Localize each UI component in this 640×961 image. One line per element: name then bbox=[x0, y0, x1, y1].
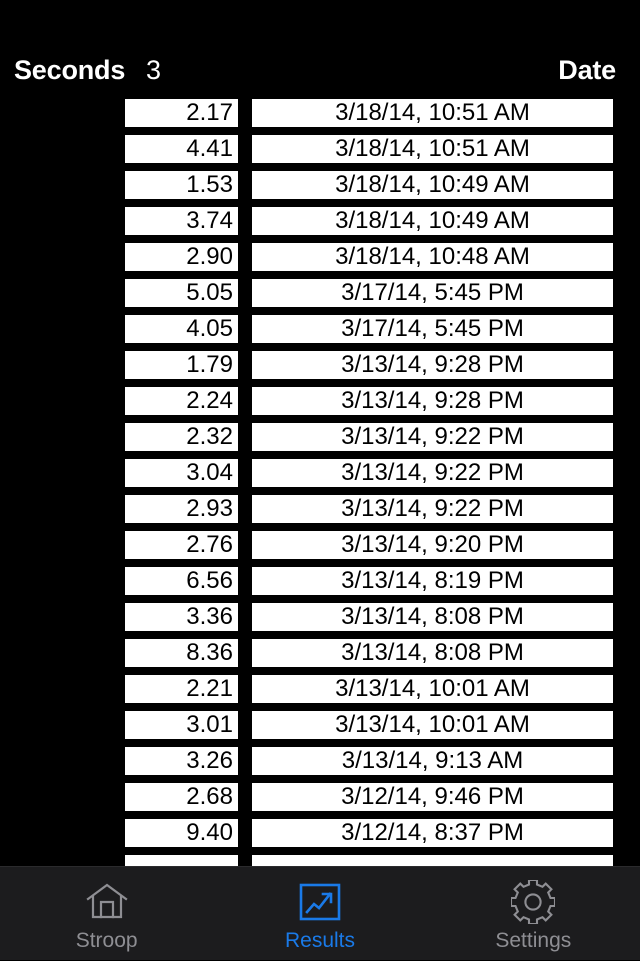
tab-results-label: Results bbox=[284, 929, 355, 952]
cell-seconds: 2.21 bbox=[125, 675, 238, 703]
cell-date: 3/18/14, 10:51 AM bbox=[252, 99, 613, 127]
tab-bar: Stroop Results Settings bbox=[0, 866, 640, 960]
table-row[interactable]: 1.53 3/18/14, 10:49 AM bbox=[0, 171, 640, 199]
cell-seconds: 6.56 bbox=[125, 567, 238, 595]
table-row[interactable]: 2.21 3/13/14, 10:01 AM bbox=[0, 675, 640, 703]
cell-date: 3/18/14, 10:51 AM bbox=[252, 135, 613, 163]
table-row[interactable]: 8.36 3/13/14, 8:08 PM bbox=[0, 639, 640, 667]
cell-date: 3/18/14, 10:49 AM bbox=[252, 171, 613, 199]
table-row[interactable]: 1.79 3/13/14, 9:28 PM bbox=[0, 351, 640, 379]
cell-date: 3/17/14, 5:45 PM bbox=[252, 315, 613, 343]
cell-seconds: 3.36 bbox=[125, 603, 238, 631]
tab-stroop-label: Stroop bbox=[75, 929, 138, 952]
table-row[interactable]: 3.36 3/13/14, 8:08 PM bbox=[0, 603, 640, 631]
cell-date: 3/13/14, 9:20 PM bbox=[252, 531, 613, 559]
cell-date bbox=[252, 855, 613, 866]
cell-seconds: 1.79 bbox=[125, 351, 238, 379]
cell-date: 3/13/14, 9:22 PM bbox=[252, 495, 613, 523]
table-row[interactable]: 6.56 3/13/14, 8:19 PM bbox=[0, 567, 640, 595]
cell-date: 3/13/14, 8:08 PM bbox=[252, 603, 613, 631]
results-header: Seconds 3 Date bbox=[0, 0, 640, 99]
table-row[interactable]: 2.17 3/18/14, 10:51 AM bbox=[0, 99, 640, 127]
cell-seconds: 9.40 bbox=[125, 819, 238, 847]
cell-seconds: 2.24 bbox=[125, 387, 238, 415]
table-row[interactable]: 4.41 3/18/14, 10:51 AM bbox=[0, 135, 640, 163]
cell-seconds: 1.53 bbox=[125, 171, 238, 199]
table-row[interactable]: 9.40 3/12/14, 8:37 PM bbox=[0, 819, 640, 847]
cell-seconds bbox=[125, 855, 238, 866]
cell-seconds: 3.04 bbox=[125, 459, 238, 487]
tab-settings-label: Settings bbox=[495, 929, 572, 952]
tab-results[interactable]: Results bbox=[213, 867, 426, 961]
cell-date: 3/13/14, 8:19 PM bbox=[252, 567, 613, 595]
table-row[interactable]: 2.24 3/13/14, 9:28 PM bbox=[0, 387, 640, 415]
cell-seconds: 3.26 bbox=[125, 747, 238, 775]
chart-line-icon bbox=[295, 877, 345, 927]
table-row[interactable]: 2.68 3/12/14, 9:46 PM bbox=[0, 783, 640, 811]
cell-date: 3/13/14, 10:01 AM bbox=[252, 675, 613, 703]
table-row[interactable]: 3.04 3/13/14, 9:22 PM bbox=[0, 459, 640, 487]
cell-seconds: 4.41 bbox=[125, 135, 238, 163]
cell-seconds: 3.01 bbox=[125, 711, 238, 739]
tab-settings[interactable]: Settings bbox=[427, 867, 640, 961]
cell-seconds: 2.90 bbox=[125, 243, 238, 271]
table-row[interactable]: 2.90 3/18/14, 10:48 AM bbox=[0, 243, 640, 271]
cell-date: 3/12/14, 9:46 PM bbox=[252, 783, 613, 811]
table-row[interactable]: 2.76 3/13/14, 9:20 PM bbox=[0, 531, 640, 559]
cell-date: 3/18/14, 10:49 AM bbox=[252, 207, 613, 235]
cell-seconds: 4.05 bbox=[125, 315, 238, 343]
tab-stroop[interactable]: Stroop bbox=[0, 867, 213, 961]
cell-date: 3/13/14, 9:28 PM bbox=[252, 387, 613, 415]
cell-seconds: 2.68 bbox=[125, 783, 238, 811]
cell-date: 3/13/14, 9:13 AM bbox=[252, 747, 613, 775]
cell-date: 3/12/14, 8:37 PM bbox=[252, 819, 613, 847]
table-row[interactable]: 3.26 3/13/14, 9:13 AM bbox=[0, 747, 640, 775]
cell-date: 3/13/14, 8:08 PM bbox=[252, 639, 613, 667]
results-list[interactable]: 2.17 3/18/14, 10:51 AM 4.41 3/18/14, 10:51 … bbox=[0, 99, 640, 866]
cell-date: 3/13/14, 9:22 PM bbox=[252, 423, 613, 451]
header-seconds-label: Seconds bbox=[14, 55, 126, 85]
cell-date: 3/18/14, 10:48 AM bbox=[252, 243, 613, 271]
cell-seconds: 2.17 bbox=[125, 99, 238, 127]
gear-icon bbox=[508, 877, 558, 927]
cell-seconds: 2.32 bbox=[125, 423, 238, 451]
header-count-value: 3 bbox=[146, 55, 162, 85]
cell-seconds: 2.93 bbox=[125, 495, 238, 523]
house-icon bbox=[82, 877, 132, 927]
table-row[interactable] bbox=[0, 855, 640, 866]
cell-date: 3/13/14, 9:28 PM bbox=[252, 351, 613, 379]
cell-seconds: 2.76 bbox=[125, 531, 238, 559]
table-row[interactable]: 2.32 3/13/14, 9:22 PM bbox=[0, 423, 640, 451]
cell-seconds: 3.74 bbox=[125, 207, 238, 235]
table-row[interactable]: 3.74 3/18/14, 10:49 AM bbox=[0, 207, 640, 235]
table-row[interactable]: 3.01 3/13/14, 10:01 AM bbox=[0, 711, 640, 739]
header-date-label: Date bbox=[558, 55, 616, 85]
cell-date: 3/13/14, 9:22 PM bbox=[252, 459, 613, 487]
cell-date: 3/13/14, 10:01 AM bbox=[252, 711, 613, 739]
table-row[interactable]: 5.05 3/17/14, 5:45 PM bbox=[0, 279, 640, 307]
table-row[interactable]: 4.05 3/17/14, 5:45 PM bbox=[0, 315, 640, 343]
table-row[interactable]: 2.93 3/13/14, 9:22 PM bbox=[0, 495, 640, 523]
cell-date: 3/17/14, 5:45 PM bbox=[252, 279, 613, 307]
cell-seconds: 8.36 bbox=[125, 639, 238, 667]
cell-seconds: 5.05 bbox=[125, 279, 238, 307]
